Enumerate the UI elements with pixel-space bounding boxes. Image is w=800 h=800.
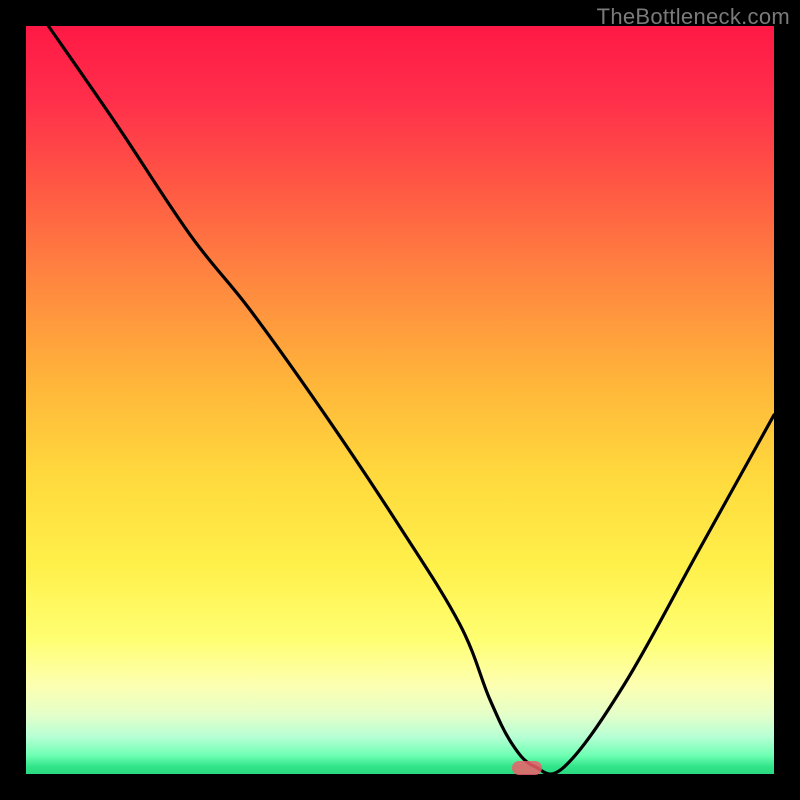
bottleneck-curve bbox=[26, 26, 774, 774]
plot-area bbox=[26, 26, 774, 774]
chart-frame: TheBottleneck.com bbox=[0, 0, 800, 800]
optimal-point-marker bbox=[512, 761, 542, 775]
